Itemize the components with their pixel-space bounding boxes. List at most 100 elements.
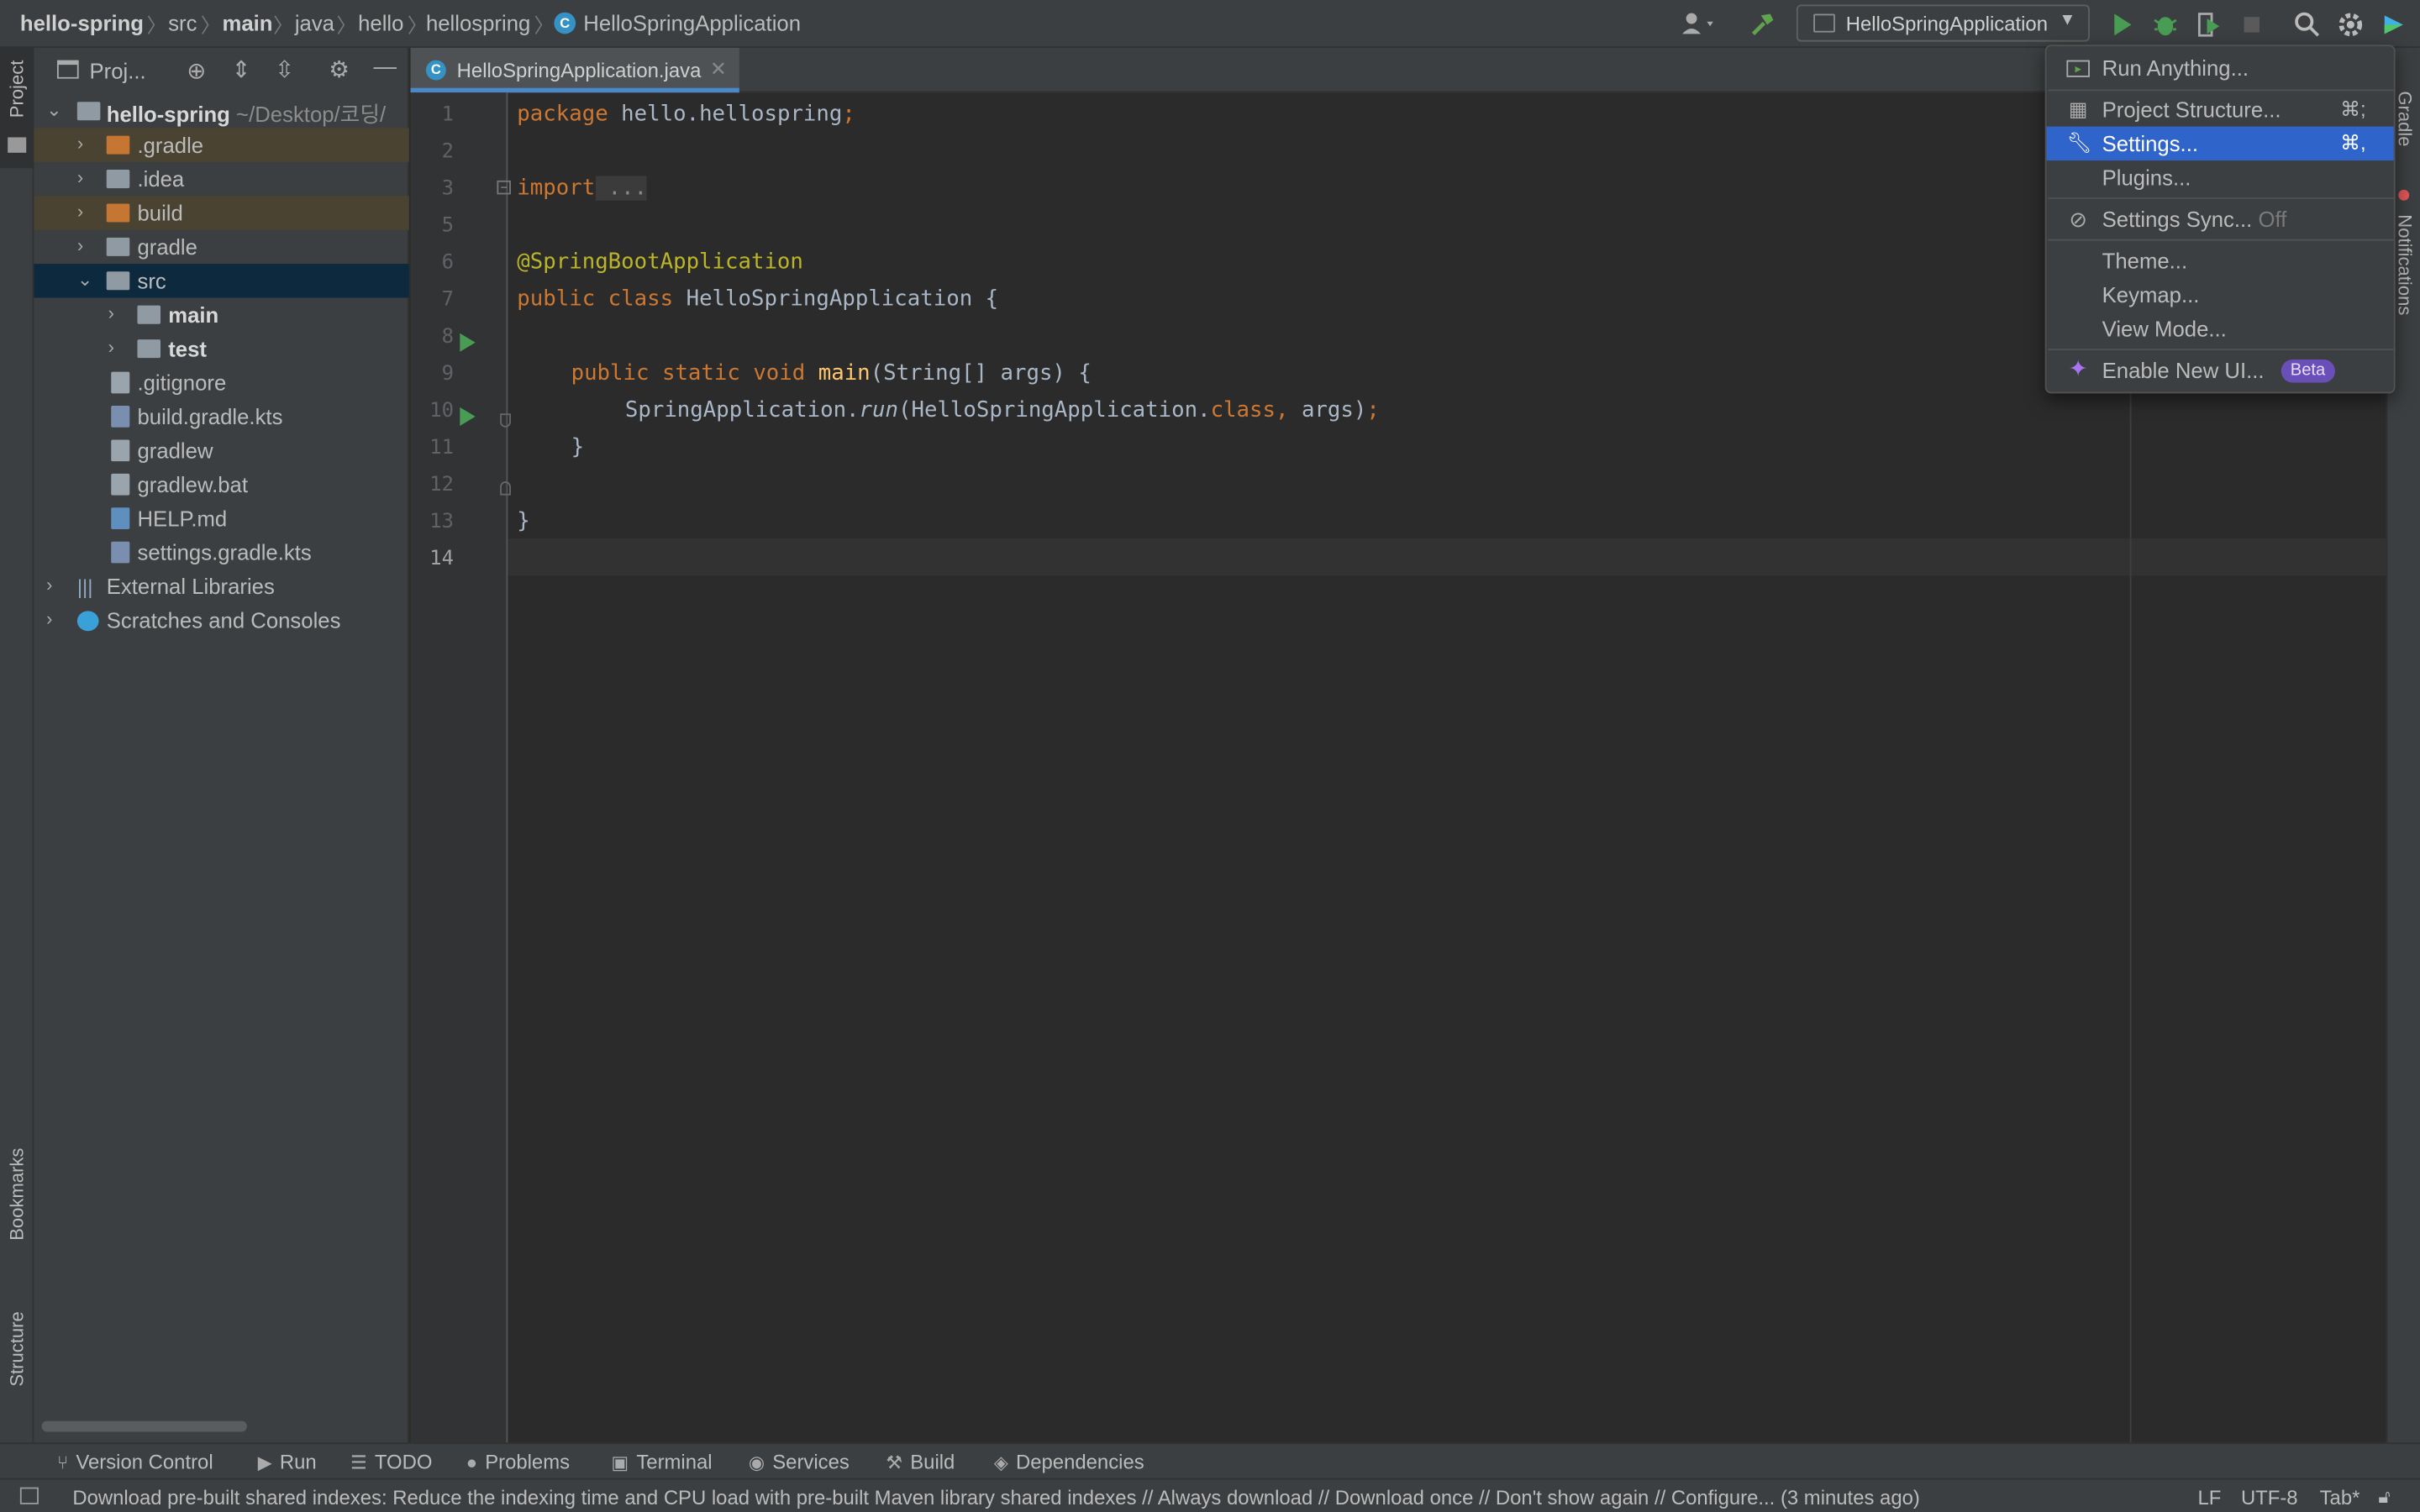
- breadcrumb-java[interactable]: java: [295, 11, 334, 35]
- folder-icon: [106, 170, 130, 189]
- code-line-6[interactable]: @SpringBootApplication: [517, 250, 803, 275]
- tool-window-terminal[interactable]: ▣ Terminal: [611, 1451, 712, 1474]
- breadcrumb-class[interactable]: HelloSpringApplication: [583, 11, 801, 35]
- code-line-1[interactable]: package hello.hellospring;: [517, 102, 855, 126]
- gear-icon[interactable]: [2335, 9, 2366, 40]
- tree-item-idea[interactable]: › .idea: [34, 162, 408, 196]
- tree-item-test[interactable]: › test: [34, 332, 408, 365]
- code-line-7[interactable]: public class HelloSpringApplication {: [517, 287, 998, 312]
- run-icon[interactable]: [2107, 9, 2138, 40]
- tree-item-main[interactable]: › main: [34, 297, 408, 331]
- gradle-file-icon: [111, 406, 130, 428]
- tree-item-label: Scratches and Consoles: [106, 607, 341, 633]
- breadcrumb-main[interactable]: main: [222, 11, 272, 35]
- tool-window-structure[interactable]: Structure: [0, 1305, 34, 1429]
- stop-icon[interactable]: [2236, 9, 2267, 40]
- menu-item-settings-sync[interactable]: ⊘ Settings Sync... Off: [2047, 202, 2394, 236]
- wrench-icon: 🔧︎: [2066, 131, 2092, 155]
- class-icon: C: [425, 60, 446, 81]
- tree-item-external-libraries[interactable]: › ||| External Libraries: [34, 570, 408, 603]
- tool-window-dependencies[interactable]: ◈ Dependencies: [994, 1451, 1144, 1474]
- menu-item-shortcut: ⌘,: [2340, 131, 2366, 155]
- chevron-right-icon: ›: [76, 132, 84, 155]
- menu-item-plugins[interactable]: Plugins...: [2047, 160, 2394, 194]
- code-line-13[interactable]: }: [517, 509, 529, 533]
- line-number: 3: [441, 177, 454, 201]
- indent-widget[interactable]: Tab*: [2320, 1486, 2360, 1509]
- menu-item-label: Keymap...: [2102, 282, 2200, 307]
- menu-separator: [2048, 349, 2396, 350]
- tool-window-services[interactable]: ◉ Services: [749, 1451, 850, 1474]
- fold-icon[interactable]: [500, 481, 511, 496]
- tree-item-gitignore[interactable]: .gitignore: [34, 365, 408, 399]
- breadcrumb-hellospring[interactable]: hellospring: [426, 11, 530, 35]
- horizontal-scrollbar[interactable]: [41, 1420, 247, 1432]
- locate-icon[interactable]: ⊕: [187, 57, 206, 85]
- run-gutter-icon[interactable]: [460, 333, 476, 352]
- tree-item-settings-gradle-kts[interactable]: settings.gradle.kts: [34, 535, 408, 569]
- tool-window-bookmarks[interactable]: Bookmarks: [0, 1136, 34, 1290]
- menu-separator: [2048, 239, 2396, 241]
- tree-item-dot-gradle[interactable]: › .gradle: [34, 128, 409, 162]
- jetbrains-ai-icon[interactable]: [2378, 9, 2409, 40]
- line-number: 6: [441, 251, 454, 275]
- toggle-tool-windows-icon[interactable]: [19, 1487, 39, 1504]
- tree-item-label: .gradle: [137, 132, 204, 158]
- source-folder-icon: [137, 305, 161, 324]
- tree-item-scratches[interactable]: › Scratches and Consoles: [34, 603, 408, 637]
- tool-window-build[interactable]: ⚒ Build: [886, 1451, 955, 1474]
- expand-all-icon[interactable]: ⇕: [232, 55, 251, 83]
- breadcrumb-project[interactable]: hello-spring: [20, 11, 144, 35]
- coverage-icon[interactable]: [2193, 9, 2224, 40]
- tree-item-hello-spring[interactable]: ⌄ hello-spring ~/Desktop/코딩/: [34, 94, 408, 128]
- code-line-9[interactable]: public static void main(String[] args) {: [571, 361, 1092, 386]
- fold-icon[interactable]: [500, 413, 511, 428]
- tree-item-label: gradlew.bat: [137, 472, 248, 497]
- menu-item-run-anything[interactable]: ▸ Run Anything...: [2047, 51, 2394, 85]
- tool-window-run[interactable]: ▶ Run: [258, 1451, 317, 1474]
- close-icon[interactable]: ✕: [710, 57, 727, 81]
- breadcrumb-src[interactable]: src: [168, 11, 197, 35]
- tree-item-gradle[interactable]: › gradle: [34, 230, 408, 264]
- debug-icon[interactable]: [2150, 9, 2181, 40]
- line-separator-widget[interactable]: LF: [2198, 1486, 2222, 1509]
- build-hammer-icon[interactable]: [1747, 9, 1778, 40]
- tool-window-todo[interactable]: ☰ TODO: [350, 1451, 433, 1474]
- tree-item-src[interactable]: ⌄ src: [34, 264, 409, 298]
- breadcrumb-hello[interactable]: hello: [358, 11, 403, 35]
- menu-item-theme[interactable]: Theme...: [2047, 244, 2394, 277]
- code-line-10[interactable]: SpringApplication.run(HelloSpringApplica…: [625, 398, 1380, 423]
- tree-item-gradlew[interactable]: gradlew: [34, 433, 408, 467]
- tree-item-help-md[interactable]: HELP.md: [34, 501, 408, 535]
- project-panel-title[interactable]: Proj...: [90, 59, 146, 83]
- code-line-3[interactable]: import ...: [517, 176, 648, 201]
- run-configuration-selector[interactable]: HelloSpringApplication ▼: [1796, 4, 2090, 42]
- tree-item-gradlew-bat[interactable]: gradlew.bat: [34, 468, 408, 501]
- menu-item-keymap[interactable]: Keymap...: [2047, 278, 2394, 312]
- vcs-user-icon[interactable]: [1679, 9, 1713, 40]
- encoding-widget[interactable]: UTF-8: [2241, 1486, 2298, 1509]
- collapse-all-icon[interactable]: ⇳: [275, 55, 294, 83]
- editor-tab-hellospringapplication[interactable]: C HelloSpringApplication.java ✕: [410, 47, 739, 93]
- tree-item-build-gradle-kts[interactable]: build.gradle.kts: [34, 400, 408, 433]
- status-message[interactable]: Download pre-built shared indexes: Reduc…: [72, 1486, 1920, 1509]
- line-number: 1: [441, 103, 454, 127]
- menu-item-settings[interactable]: 🔧︎ Settings... ⌘,: [2046, 126, 2394, 161]
- tool-window-problems[interactable]: ● Problems: [466, 1451, 570, 1474]
- run-gutter-icon[interactable]: [460, 407, 476, 426]
- tool-window-project[interactable]: Project: [0, 47, 34, 169]
- tree-item-label: .gitignore: [137, 370, 227, 396]
- bottom-tool-bar: ⑂ Version Control ▶ Run ☰ TODO ● Problems ▣ T…: [0, 1442, 2420, 1478]
- code-line-11[interactable]: }: [571, 435, 584, 459]
- fold-icon[interactable]: −: [497, 180, 511, 195]
- search-icon[interactable]: [2292, 9, 2323, 40]
- menu-item-view-mode[interactable]: View Mode...: [2047, 312, 2394, 345]
- hide-icon[interactable]: —: [373, 54, 397, 80]
- menu-item-project-structure[interactable]: ▦ Project Structure... ⌘;: [2047, 92, 2394, 126]
- lock-icon[interactable]: 🔓︎: [2378, 1486, 2390, 1509]
- markdown-file-icon: [111, 507, 130, 529]
- gear-icon[interactable]: ⚙: [329, 55, 350, 83]
- menu-item-enable-new-ui[interactable]: ✦ Enable New UI... Beta: [2047, 354, 2394, 387]
- tool-window-version-control[interactable]: ⑂ Version Control: [57, 1451, 213, 1474]
- tree-item-build[interactable]: › build: [34, 196, 409, 230]
